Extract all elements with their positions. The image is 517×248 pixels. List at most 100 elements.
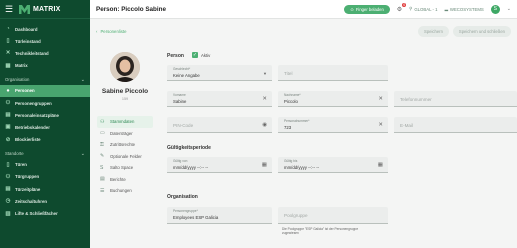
back-to-person-list-link[interactable]: ‹ Personenliste [96, 29, 126, 34]
sidebar-section-standorte[interactable]: Standorte ⌄ [0, 149, 90, 159]
sidebar-item-tueren[interactable]: ▯ Türen [0, 159, 90, 171]
group-hint: Die Poolgruppe "ESP Galicia" ist der Per… [282, 227, 359, 236]
door-icon: ▯ [6, 161, 10, 168]
field-value: mm/dd/yyyy --:-- -- [173, 165, 209, 170]
tab-stammdaten[interactable]: ⚇ Stammdaten [97, 116, 153, 128]
global-selector[interactable]: ⚲ GLOBAL - 1 [409, 6, 437, 12]
profile-menu: ⚇ Stammdaten ▭ Datenträger ⚿ Zutrittsrechte… [97, 116, 153, 197]
tab-buchungen[interactable]: ☰ Buchungen [97, 185, 153, 197]
calendar-icon[interactable]: ▦ [378, 162, 383, 168]
person-card-icon: ⚇ [100, 118, 105, 125]
sidebar-item-blockierliste[interactable]: ⊘ Blockierliste [0, 134, 90, 146]
firstname-field[interactable]: Vorname Sabine ✕ [167, 91, 272, 107]
active-checkbox[interactable]: ✓ [192, 52, 198, 58]
notification-button[interactable]: ⚙ 0 [397, 2, 407, 13]
system-selector[interactable]: ▂ WECOSYSTEMS [445, 6, 484, 12]
sidebar-item-tuerzeitplaene[interactable]: ▤ Türzeitpläne [0, 183, 90, 195]
field-label: Nachname* [284, 93, 301, 97]
valid-to-field[interactable]: Gültig bis mm/dd/yyyy --:-- -- ▦ [278, 157, 388, 173]
tab-label: Salto Space [110, 165, 134, 171]
report-icon: ▤ [100, 176, 105, 183]
clear-icon[interactable]: ✕ [262, 96, 267, 102]
field-placeholder: Titel [284, 70, 293, 76]
sidebar-item-tuerleinstand[interactable]: ▯ Türleinstand [0, 35, 90, 47]
sidebar-item-betriebskalender[interactable]: ▣ Betriebskalender [0, 121, 90, 133]
user-avatar[interactable]: S [490, 4, 500, 14]
sidebar-item-label: Matrix [15, 63, 28, 69]
check-icon: ✓ [192, 52, 198, 58]
card-icon: ▭ [100, 130, 105, 137]
sidebar-item-label: Blockierliste [15, 137, 41, 143]
locker-icon: ▥ [5, 210, 11, 217]
chevron-down-icon: ⌄ [80, 150, 85, 157]
sidebar-item-personaleinsatzplaene[interactable]: ▤ Personaleinsatzpläne [0, 109, 90, 121]
app-logo[interactable]: MATRIX [19, 4, 61, 14]
gender-select[interactable]: Geschlecht* Keine Angabe ▼ [167, 65, 272, 81]
calendar-icon[interactable]: ▦ [262, 162, 267, 168]
section-title-person: Person [167, 53, 184, 59]
tab-optionale-felder[interactable]: ✎ Optionale Felder [97, 151, 153, 163]
section-title-validity: Gültigkeitsperiode [167, 145, 211, 151]
tab-label: Buchungen [110, 188, 132, 194]
personnel-number-field[interactable]: Personalnummer* 723 ✕ [278, 117, 388, 133]
sub-toolbar: ‹ Personenliste Speichern Speichern und s… [90, 20, 517, 42]
clear-icon[interactable]: ✕ [378, 122, 383, 128]
sidebar-item-label: Türgruppen [15, 174, 40, 180]
field-label: Gültig bis [284, 159, 298, 163]
grid-icon: ▦ [5, 62, 11, 69]
title-field[interactable]: Titel [278, 65, 388, 81]
eye-icon[interactable]: ◉ [262, 122, 267, 128]
tab-label: Datenträger [110, 130, 133, 136]
matrix-logo-icon [19, 4, 30, 14]
group-icon: ⚇ [5, 100, 11, 107]
topbar: Person: Piccolo Sabine ⊙ Finger beladen ⚙… [90, 0, 517, 19]
fingerprint-icon: ⊙ [350, 6, 354, 12]
sidebar-item-zeitschaltuhren[interactable]: ◷ Zeitschaltuhren [0, 195, 90, 207]
lastname-field[interactable]: Nachname* Piccolo ✕ [278, 91, 388, 107]
speedometer-icon: ◔ [6, 26, 10, 33]
profile-id: 159 [121, 97, 129, 101]
field-value: Sabine [173, 99, 187, 104]
sidebar-section-organisation[interactable]: Organisation ⌄ [0, 75, 90, 85]
tools-icon: ✕ [5, 50, 11, 57]
chevron-down-icon: ⌄ [80, 76, 85, 83]
sidebar-item-label: Personengruppen [15, 100, 52, 106]
sidebar-item-personengruppen[interactable]: ⚇ Personengruppen [0, 97, 90, 109]
field-label: Personengruppe* [173, 209, 198, 213]
tab-datentraeger[interactable]: ▭ Datenträger [97, 128, 153, 140]
field-placeholder: PIN-Code [173, 122, 194, 128]
list-icon: ☰ [100, 187, 105, 194]
sidebar-item-tuergruppen[interactable]: ⚇ Türgruppen [0, 171, 90, 183]
sidebar-item-label: Türen [15, 162, 27, 168]
section-title-organisation: Organisation [167, 194, 198, 200]
tab-zutrittsrechte[interactable]: ⚿ Zutrittsrechte [97, 139, 153, 151]
chevron-down-icon[interactable]: ⌄ [507, 6, 511, 12]
salto-icon: S [100, 164, 104, 171]
field-placeholder: Poolgruppe [284, 212, 308, 218]
phone-field[interactable]: Telefonnummer [394, 91, 517, 107]
system-label: WECOSYSTEMS [449, 6, 484, 12]
sidebar-item-lifte[interactable]: ▥ Lifte & Schließfächer [0, 207, 90, 219]
finger-load-button[interactable]: ⊙ Finger beladen [344, 4, 390, 14]
field-label: Vorname [173, 93, 186, 97]
sidebar-item-personen[interactable]: ● Personen [0, 84, 90, 97]
door-schedule-icon: ▤ [5, 186, 11, 193]
clear-icon[interactable]: ✕ [378, 96, 383, 102]
sidebar-item-label: Türleinstand [15, 38, 41, 44]
sidebar-header: ☰ MATRIX [0, 0, 90, 19]
hamburger-menu-icon[interactable]: ☰ [5, 4, 13, 15]
person-group-select[interactable]: Personengruppe* Employees ESP Galicia [167, 207, 272, 224]
save-and-close-button[interactable]: Speichern und schließen [452, 25, 511, 37]
tab-salto-space[interactable]: S Salto Space [97, 162, 153, 174]
tab-berichte[interactable]: ▤ Berichte [97, 174, 153, 186]
sidebar-item-matrix[interactable]: ▦ Matrix [0, 60, 90, 72]
valid-from-field[interactable]: Gültig von mm/dd/yyyy --:-- -- ▦ [167, 157, 272, 173]
email-field[interactable]: E-Mail [394, 117, 517, 133]
button-label: Finger beladen [355, 6, 384, 12]
pool-group-field[interactable]: Poolgruppe [278, 207, 388, 224]
save-button[interactable]: Speichern [418, 25, 449, 37]
sidebar-item-dashboard[interactable]: ◔ Dashboard [0, 23, 90, 35]
pin-field[interactable]: PIN-Code ◉ [167, 117, 272, 133]
sidebar-item-label: Lifte & Schließfächer [15, 211, 58, 217]
sidebar-item-technikleitstand[interactable]: ✕ Technikleitstand [0, 47, 90, 59]
